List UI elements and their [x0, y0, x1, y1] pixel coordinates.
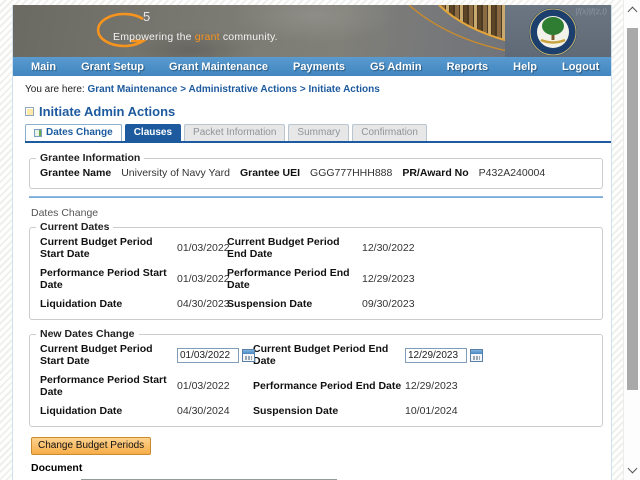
- grantee-name-value: University of Navy Yard: [121, 167, 230, 179]
- new-suspension-date-value: 10/01/2024: [405, 405, 458, 417]
- new-dates-change-fieldset: New Dates Change Current Budget Period S…: [29, 328, 603, 427]
- tab-confirmation[interactable]: Confirmation: [352, 124, 427, 141]
- page-content: You are here: Grant Maintenance > Admini…: [13, 84, 611, 480]
- new-liquidation-date-value: 04/30/2024: [177, 405, 230, 417]
- new-performance-end-value: 12/29/2023: [405, 380, 458, 392]
- department-of-education-seal: [529, 8, 577, 56]
- new-performance-start-label: Performance Period Start Date: [40, 374, 167, 398]
- calendar-icon[interactable]: [242, 348, 255, 362]
- scrollbar-thumb[interactable]: [627, 28, 638, 390]
- new-budget-end-input[interactable]: [405, 347, 467, 363]
- page-title: Initiate Admin Actions: [39, 104, 176, 119]
- new-budget-end-label: Current Budget Period End Date: [253, 343, 389, 367]
- performance-end-value: 12/29/2023: [362, 273, 415, 285]
- new-performance-start-value: 01/03/2022: [177, 380, 230, 392]
- suspension-date-label: Suspension Date: [227, 298, 313, 310]
- tab-clauses[interactable]: Clauses: [124, 124, 182, 141]
- header-banner: 5 Empowering the grant community. |f(x)|…: [13, 5, 611, 57]
- new-performance-end-label: Performance Period End Date: [253, 380, 402, 392]
- nav-item-payments[interactable]: Payments: [293, 61, 345, 73]
- document-label: Document: [31, 462, 83, 474]
- new-budget-start-label: Current Budget Period Start Date: [40, 343, 153, 367]
- change-budget-periods-button[interactable]: Change Budget Periods: [31, 437, 152, 455]
- grantee-information-legend: Grantee Information: [40, 152, 141, 164]
- breadcrumb: You are here: Grant Maintenance > Admini…: [25, 84, 611, 95]
- nav-item-g5-admin[interactable]: G5 Admin: [370, 61, 422, 73]
- nav-item-grant-maintenance[interactable]: Grant Maintenance: [169, 61, 268, 73]
- tab-summary[interactable]: Summary: [288, 124, 350, 141]
- tagline: Empowering the grant community.: [113, 31, 278, 43]
- performance-start-label: Performance Period Start Date: [40, 267, 167, 291]
- liquidation-date-label: Liquidation Date: [40, 298, 123, 310]
- current-budget-start-label: Current Budget Period Start Date: [40, 236, 153, 260]
- liquidation-date-value: 04/30/2023: [177, 298, 230, 310]
- section-divider: [29, 196, 603, 198]
- current-dates-legend: Current Dates: [40, 221, 110, 233]
- grantee-uei-value: GGG777HHH888: [310, 167, 393, 179]
- nav-item-main[interactable]: Main: [31, 61, 56, 73]
- tab-bar: Dates Change Clauses Packet Information …: [25, 124, 611, 143]
- performance-start-value: 01/03/2022: [177, 273, 230, 285]
- grantee-name-label: Grantee Name: [40, 167, 112, 179]
- grantee-information-fieldset: Grantee Information Grantee Name Univers…: [29, 152, 603, 189]
- main-nav: Main Grant Setup Grant Maintenance Payme…: [13, 57, 611, 76]
- tab-dates-change-label: Dates Change: [46, 127, 113, 138]
- dates-change-section-label: Dates Change: [31, 207, 99, 219]
- new-suspension-date-label: Suspension Date: [253, 405, 339, 417]
- performance-end-label: Performance Period End Date: [227, 267, 350, 291]
- tab-packet-information[interactable]: Packet Information: [184, 124, 286, 141]
- calendar-icon[interactable]: [470, 348, 483, 362]
- new-budget-start-input[interactable]: [177, 347, 239, 363]
- pr-award-no-label: PR/Award No: [402, 167, 469, 179]
- nav-item-reports[interactable]: Reports: [447, 61, 489, 73]
- current-budget-start-value: 01/03/2022: [177, 242, 230, 254]
- breadcrumb-path[interactable]: Grant Maintenance > Administrative Actio…: [87, 84, 379, 95]
- tab-dates-change[interactable]: Dates Change: [25, 124, 122, 141]
- scrollbar-up-icon[interactable]: [627, 6, 638, 17]
- current-budget-end-label: Current Budget Period End Date: [227, 236, 340, 260]
- suspension-date-value: 09/30/2023: [362, 298, 415, 310]
- formula-texture: |f(x)|f(z,t): [575, 7, 607, 16]
- pr-award-no-value: P432A240004: [478, 167, 546, 179]
- current-budget-end-value: 12/30/2022: [362, 242, 415, 254]
- scrollbar-down-icon[interactable]: [627, 463, 638, 474]
- breadcrumb-prefix: You are here:: [25, 84, 85, 95]
- app-window: 5 Empowering the grant community. |f(x)|…: [12, 5, 612, 480]
- page-title-icon: [25, 107, 34, 116]
- vertical-scrollbar[interactable]: [623, 0, 640, 480]
- expand-icon: [34, 128, 42, 137]
- nav-item-help[interactable]: Help: [513, 61, 537, 73]
- grantee-uei-label: Grantee UEI: [239, 167, 301, 179]
- new-liquidation-date-label: Liquidation Date: [40, 405, 123, 417]
- current-dates-fieldset: Current Dates Current Budget Period Star…: [29, 221, 603, 320]
- new-dates-change-legend: New Dates Change: [40, 328, 135, 340]
- nav-item-grant-setup[interactable]: Grant Setup: [81, 61, 144, 73]
- nav-item-logout[interactable]: Logout: [562, 61, 599, 73]
- g5-logo-5: 5: [143, 9, 150, 24]
